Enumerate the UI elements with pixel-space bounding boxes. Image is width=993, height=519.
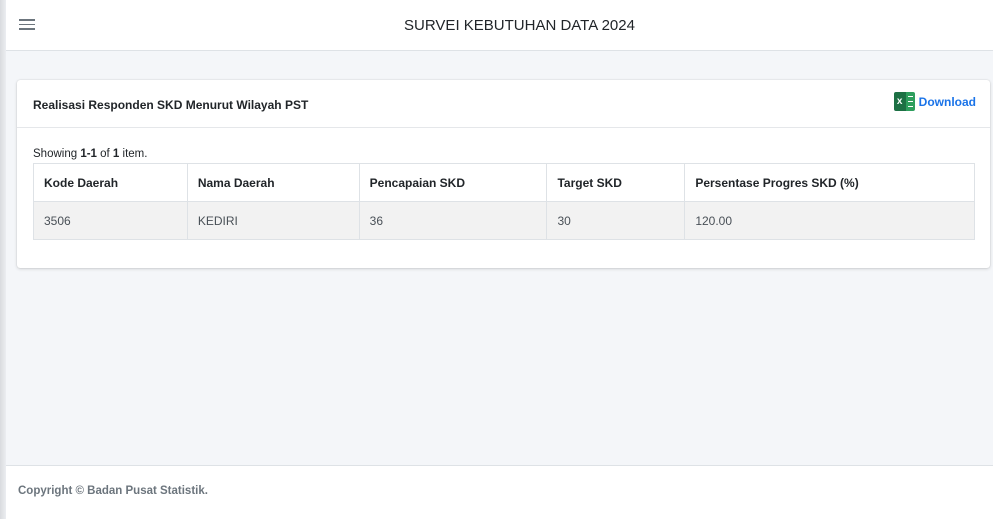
copyright-text: Copyright © Badan Pusat Statistik. (18, 485, 208, 497)
cell-persentase-progres: 120.00 (684, 201, 975, 240)
footer: Copyright © Badan Pusat Statistik. (6, 465, 993, 519)
card-title: Realisasi Responden SKD Menurut Wilayah … (33, 98, 309, 112)
download-label: Download (918, 94, 976, 109)
card-header: Realisasi Responden SKD Menurut Wilayah … (17, 80, 990, 128)
download-button[interactable]: x Download (893, 92, 976, 111)
excel-icon: x (893, 92, 915, 111)
column-header-kode-daerah[interactable]: Kode Daerah (33, 163, 188, 202)
column-header-target-skd[interactable]: Target SKD (546, 163, 686, 202)
app-title: SURVEI KEBUTUHAN DATA 2024 (404, 17, 635, 34)
report-card: Realisasi Responden SKD Menurut Wilayah … (17, 80, 990, 268)
top-navbar: SURVEI KEBUTUHAN DATA 2024 (6, 0, 993, 51)
cell-nama-daerah: KEDIRI (186, 201, 360, 240)
cell-pencapaian-skd: 36 (358, 201, 548, 240)
column-header-nama-daerah[interactable]: Nama Daerah (186, 163, 360, 202)
summary-range: 1-1 (80, 148, 97, 160)
left-sidebar-edge (0, 0, 6, 519)
table-header-row: Kode Daerah Nama Daerah Pencapaian SKD T… (33, 163, 975, 202)
table-summary: Showing 1-1 of 1 item. (33, 148, 148, 160)
cell-kode-daerah: 3506 (33, 201, 188, 240)
table-row: 3506 KEDIRI 36 30 120.00 (33, 201, 975, 240)
column-header-persentase-progres[interactable]: Persentase Progres SKD (%) (684, 163, 975, 202)
column-header-pencapaian-skd[interactable]: Pencapaian SKD (358, 163, 548, 202)
cell-target-skd: 30 (546, 201, 686, 240)
data-table: Kode Daerah Nama Daerah Pencapaian SKD T… (33, 163, 975, 240)
